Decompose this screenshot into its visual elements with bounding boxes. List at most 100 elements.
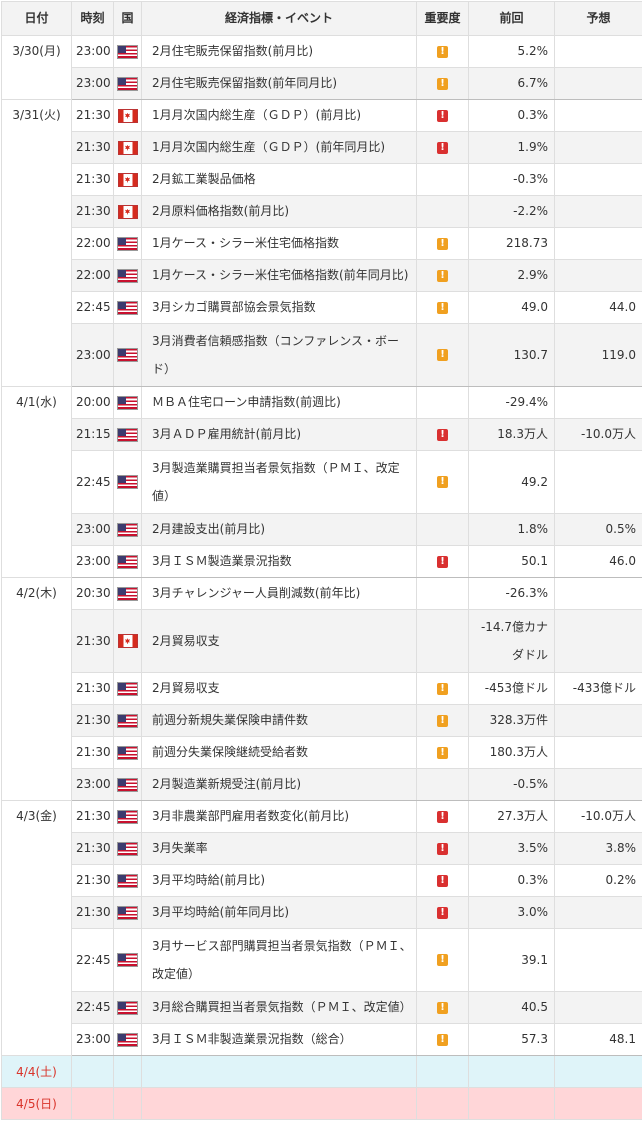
empty-cell (114, 1088, 142, 1120)
table-row: 23:003月ＩＳＭ非製造業景況指数（総合）!57.348.1 (2, 1024, 642, 1056)
forecast-value (555, 228, 642, 260)
importance-high-icon: ! (437, 907, 448, 919)
country-cell (114, 865, 142, 897)
country-cell (114, 164, 142, 196)
event-name: 1月ケース・シラー米住宅価格指数 (142, 228, 417, 260)
country-cell (114, 514, 142, 546)
country-cell (114, 100, 142, 132)
importance-medium-icon: ! (437, 349, 448, 361)
table-row: 22:453月サービス部門購買担当者景気指数（ＰＭＩ、改定値）!39.1 (2, 929, 642, 992)
us-flag-icon (118, 46, 137, 58)
economic-calendar-table: 日付 時刻 国 経済指標・イベント 重要度 前回 予想 3/30(月)23:00… (1, 1, 642, 1120)
importance-medium-icon: ! (437, 78, 448, 90)
table-row: 23:002月製造業新規受注(前月比)-0.5% (2, 769, 642, 801)
table-row: 22:453月総合購買担当者景気指数（ＰＭＩ、改定値）!40.5 (2, 992, 642, 1024)
forecast-value (555, 100, 642, 132)
event-name: 3月製造業購買担当者景気指数（ＰＭＩ、改定値） (142, 451, 417, 514)
us-flag-icon (118, 875, 137, 887)
empty-cell (114, 1056, 142, 1088)
header-time: 時刻 (72, 2, 114, 36)
importance-cell: ! (417, 292, 469, 324)
us-flag-icon (118, 476, 137, 488)
country-cell (114, 578, 142, 610)
time-cell: 21:30 (72, 132, 114, 164)
importance-cell (417, 164, 469, 196)
empty-cell (72, 1056, 114, 1088)
empty-cell (469, 1056, 555, 1088)
us-flag-icon (118, 429, 137, 441)
table-row: 21:30 2月原料価格指数(前月比) -2.2% (2, 196, 642, 228)
country-cell (114, 36, 142, 68)
date-cell: 3/31(火) (2, 100, 72, 387)
table-row: 21:302月貿易収支-14.7億カナダドル (2, 610, 642, 673)
forecast-value (555, 578, 642, 610)
importance-medium-icon: ! (437, 476, 448, 488)
importance-cell: ! (417, 897, 469, 929)
importance-cell: ! (417, 546, 469, 578)
table-row: 22:001月ケース・シラー米住宅価格指数!218.73 (2, 228, 642, 260)
country-cell (114, 610, 142, 673)
time-cell: 21:30 (72, 196, 114, 228)
country-cell (114, 1024, 142, 1056)
country-cell (114, 387, 142, 419)
importance-high-icon: ! (437, 429, 448, 441)
country-cell (114, 546, 142, 578)
importance-cell: ! (417, 1024, 469, 1056)
us-flag-icon (118, 683, 137, 695)
event-name: 2月住宅販売保留指数(前年同月比) (142, 68, 417, 100)
importance-cell: ! (417, 992, 469, 1024)
previous-value: -2.2% (469, 196, 555, 228)
table-row: 23:003月消費者信頼感指数（コンファレンス・ボード）!130.7119.0 (2, 324, 642, 387)
us-flag-icon (118, 907, 137, 919)
us-flag-icon (118, 715, 137, 727)
country-cell (114, 292, 142, 324)
table-row: 21:153月ＡＤＰ雇用統計(前月比)!18.3万人-10.0万人 (2, 419, 642, 451)
canada-flag-icon (119, 174, 137, 186)
event-name: 2月原料価格指数(前月比) (142, 196, 417, 228)
calendar-body: 3/30(月)23:002月住宅販売保留指数(前月比)!5.2%23:002月住… (2, 36, 642, 1120)
previous-value: -0.3% (469, 164, 555, 196)
time-cell: 21:30 (72, 897, 114, 929)
previous-value: -453億ドル (469, 673, 555, 705)
us-flag-icon (118, 238, 137, 250)
header-date: 日付 (2, 2, 72, 36)
country-cell (114, 833, 142, 865)
importance-cell: ! (417, 673, 469, 705)
previous-value: 2.9% (469, 260, 555, 292)
table-row: 21:302月鉱工業製品価格-0.3% (2, 164, 642, 196)
importance-medium-icon: ! (437, 954, 448, 966)
us-flag-icon (118, 302, 137, 314)
event-name: 3月ＡＤＰ雇用統計(前月比) (142, 419, 417, 451)
forecast-value: -433億ドル (555, 673, 642, 705)
table-row: 4/2(木)20:303月チャレンジャー人員削減数(前年比)-26.3% (2, 578, 642, 610)
table-row: 23:002月住宅販売保留指数(前年同月比)!6.7% (2, 68, 642, 100)
forecast-value (555, 132, 642, 164)
previous-value: 130.7 (469, 324, 555, 387)
country-cell (114, 801, 142, 833)
table-row: 4/1(水)20:00ＭＢＡ住宅ローン申請指数(前週比)-29.4% (2, 387, 642, 419)
importance-cell: ! (417, 100, 469, 132)
country-cell (114, 673, 142, 705)
forecast-value (555, 769, 642, 801)
event-name: 2月貿易収支 (142, 610, 417, 673)
time-cell: 22:45 (72, 992, 114, 1024)
table-row: 23:003月ＩＳＭ製造業景況指数!50.146.0 (2, 546, 642, 578)
us-flag-icon (118, 524, 137, 536)
previous-value: 328.3万件 (469, 705, 555, 737)
time-cell: 22:00 (72, 228, 114, 260)
event-name: 2月製造業新規受注(前月比) (142, 769, 417, 801)
importance-high-icon: ! (437, 843, 448, 855)
importance-cell: ! (417, 865, 469, 897)
event-name: 2月住宅販売保留指数(前月比) (142, 36, 417, 68)
date-cell: 4/5(日) (2, 1088, 72, 1120)
previous-value: -26.3% (469, 578, 555, 610)
date-cell: 4/3(金) (2, 801, 72, 1056)
country-cell (114, 769, 142, 801)
event-name: 3月平均時給(前月比) (142, 865, 417, 897)
header-country: 国 (114, 2, 142, 36)
previous-value: 6.7% (469, 68, 555, 100)
date-cell: 4/1(水) (2, 387, 72, 578)
importance-medium-icon: ! (437, 715, 448, 727)
importance-medium-icon: ! (437, 683, 448, 695)
importance-cell: ! (417, 260, 469, 292)
